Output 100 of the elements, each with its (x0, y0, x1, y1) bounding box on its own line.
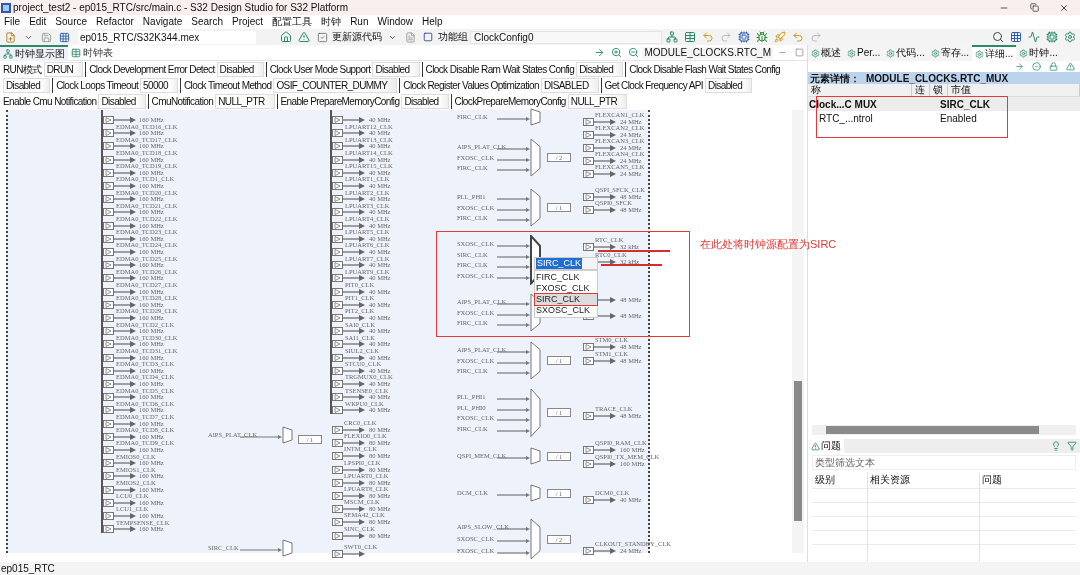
buffer-gate-icon (332, 195, 366, 204)
property-value[interactable]: Enabled (940, 110, 977, 126)
undo-icon[interactable] (700, 29, 716, 45)
config-field[interactable]: 50000 (140, 78, 178, 93)
multiplexer-icon (530, 108, 541, 126)
forward-icon[interactable] (808, 29, 824, 45)
file-path-field[interactable]: ep015_RTC/S32K344.mex (78, 30, 256, 44)
panel-tab[interactable]: 寄存... (927, 46, 973, 60)
multiplexer-icon (530, 188, 541, 227)
signal-icon[interactable] (1026, 29, 1042, 45)
scrollbar-thumb[interactable] (794, 381, 802, 521)
settings-icon[interactable] (1062, 29, 1078, 45)
config-field[interactable]: Disabled (3, 78, 51, 93)
panel-tab[interactable]: Per... (844, 46, 884, 60)
function-group-label: 功能组 (438, 31, 468, 43)
connector-arrow (497, 117, 530, 121)
buffer-gate-icon (583, 343, 617, 351)
buffer-gate-icon (583, 193, 617, 201)
config-field[interactable]: Disabled (372, 62, 420, 77)
diagram-icon (3, 48, 13, 59)
dropdown-option[interactable]: FIRC_CLK (535, 272, 597, 283)
dropdown-option[interactable]: FXOSC_CLK (535, 283, 597, 294)
config-label: RUN模式 (3, 63, 42, 77)
config-label: CmuNotification (151, 95, 214, 109)
search-icon[interactable] (990, 29, 1006, 45)
update-code-button[interactable]: 更新源代码 (332, 31, 382, 43)
config-field[interactable]: Disabled (705, 78, 753, 93)
panel-tab[interactable]: 详细... (972, 45, 1017, 61)
clock-source-dropdown[interactable]: SIRC_CLK (534, 257, 598, 270)
chip-icon[interactable] (1044, 29, 1060, 45)
editor-tab[interactable]: 时钟表 (68, 45, 116, 60)
buffer-gate-icon (332, 248, 366, 256)
table-icon[interactable] (682, 29, 698, 45)
home-icon[interactable] (278, 29, 294, 45)
multiplexer-icon (282, 539, 293, 557)
config-field[interactable]: NULL_PTR (567, 94, 628, 109)
app-logo-icon (1, 2, 11, 13)
buffer-gate-icon (103, 248, 137, 256)
menu-item[interactable]: Source (55, 16, 88, 28)
column-header[interactable]: 称 (808, 84, 912, 96)
tab-icon (930, 48, 940, 58)
menu-item[interactable]: Window (377, 16, 414, 28)
panel-tab[interactable]: 时钟... (1016, 46, 1061, 60)
menu-item[interactable]: Refactor (96, 16, 134, 28)
buffer-gate-icon (332, 314, 366, 322)
menu-item[interactable]: Navigate (142, 16, 183, 28)
panel-tab[interactable]: 代码... (883, 46, 928, 60)
rocket-icon[interactable] (772, 29, 788, 45)
buffer-gate-icon (103, 300, 137, 309)
buffer-gate-icon (332, 380, 366, 388)
config-field[interactable]: DRUN (43, 62, 84, 77)
buffer-gate-icon (583, 459, 617, 468)
dropdown-option[interactable]: SXOSC_CLK (535, 305, 597, 316)
config-field[interactable]: Disabled (216, 62, 264, 77)
menu-item[interactable]: Run (350, 16, 369, 28)
buffer-gate-icon (332, 340, 366, 349)
menu-item[interactable]: Project (232, 16, 264, 28)
buffer-gate-icon (103, 116, 137, 124)
buffer-gate-icon (332, 406, 366, 415)
buffer-gate-icon (332, 327, 366, 336)
menu-item[interactable]: Search (191, 16, 223, 28)
dropdown-option[interactable]: SIRC_CLK (535, 294, 597, 305)
property-value[interactable]: SIRC_CLK (940, 96, 990, 112)
column-header[interactable]: 连 (912, 84, 930, 96)
buffer-gate-icon (332, 168, 366, 177)
connector-arrow (497, 244, 530, 248)
buffer-gate-icon (103, 406, 137, 415)
menu-item[interactable]: Help (422, 16, 443, 28)
buffer-gate-icon (103, 274, 137, 283)
back-icon[interactable] (790, 29, 806, 45)
buffer-gate-icon (332, 531, 366, 540)
horizontal-scrollbar[interactable] (812, 425, 1076, 435)
bug-icon[interactable] (754, 29, 770, 45)
config-field[interactable]: Disabled (98, 94, 146, 109)
menu-item[interactable]: 时钟 (321, 16, 342, 28)
config-field[interactable]: Disabled (401, 94, 449, 109)
config-field[interactable]: DISABLED (540, 78, 599, 93)
breadcrumb-field[interactable]: MODULE_CLOCKS.RTC_M (642, 46, 773, 59)
config-field[interactable]: Disabled (576, 62, 624, 77)
buffer-gate-icon (103, 525, 137, 534)
problems-tab[interactable]: 问题 (808, 439, 844, 453)
multiplexer-icon (530, 341, 541, 380)
window-title: project_test2 - ep015_RTC/src/main.c - S32 Design Studio for S32 Platform (13, 1, 348, 15)
filter-field[interactable]: 类型筛选文本 (812, 455, 1076, 470)
chip-icon[interactable] (736, 29, 752, 45)
buffer-gate-icon (103, 129, 137, 138)
config-field[interactable]: OSIF_COUNTER_DUMMY (273, 78, 398, 93)
config-field[interactable]: NULL_PTR (215, 94, 275, 109)
panel-tab[interactable]: 概述 (808, 46, 844, 60)
connector-arrow (497, 254, 530, 259)
function-group-field[interactable]: ClockConfig0 (470, 30, 662, 44)
menu-item[interactable]: File (4, 16, 21, 28)
warning-icon[interactable] (296, 29, 312, 45)
column-header[interactable]: 市值 (948, 84, 1080, 96)
scrollbar-thumb[interactable] (826, 426, 1039, 434)
connector-arrow (497, 168, 530, 172)
column-header[interactable]: 锁 (930, 84, 948, 96)
connector-arrow (497, 157, 530, 162)
menu-item[interactable]: Edit (29, 16, 47, 28)
menu-item[interactable]: 配置工具 (272, 16, 313, 28)
